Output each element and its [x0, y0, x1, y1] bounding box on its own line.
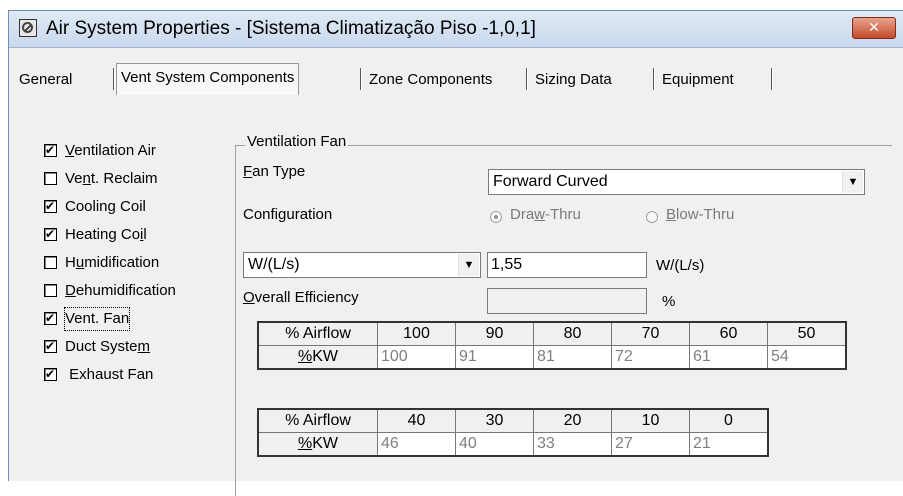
title-bar[interactable]: Air System Properties - [Sistema Climati… — [9, 11, 903, 48]
airflow-cell: 60 — [689, 321, 768, 346]
checkbox-label: Dehumidification — [65, 282, 176, 299]
draw-thru-radio[interactable] — [490, 211, 502, 223]
tab-separator — [360, 68, 362, 90]
fan-type-value: Forward Curved — [493, 173, 608, 190]
airflow-cell: 40 — [377, 408, 456, 433]
kw-row: %KW 46 40 33 27 21 — [257, 432, 769, 457]
airflow-cell: 30 — [455, 408, 534, 433]
checkbox-box[interactable] — [44, 256, 57, 269]
checkbox-box[interactable] — [44, 140, 57, 160]
chevron-down-icon[interactable]: ▼ — [458, 254, 479, 276]
fan-power-unit-value: W/(L/s) — [248, 256, 300, 273]
efficiency-percent-label: % — [662, 293, 676, 310]
checkbox-box[interactable] — [44, 308, 57, 328]
fan-type-label: Fan Type — [243, 163, 306, 180]
tab-general[interactable]: General — [15, 66, 76, 94]
checkbox-box[interactable] — [44, 364, 57, 384]
air-system-properties-window: Air System Properties - [Sistema Climati… — [8, 10, 903, 496]
tab-sizing-data[interactable]: Sizing Data — [531, 66, 616, 94]
window-title: Air System Properties - [Sistema Climati… — [46, 18, 536, 39]
checkbox-label: Heating Coil — [65, 226, 147, 243]
configuration-label: Configuration — [243, 206, 333, 223]
kw-cell[interactable]: 54 — [767, 345, 847, 370]
fan-type-dropdown[interactable]: Forward Curved ▼ — [488, 169, 865, 195]
close-button[interactable]: ✕ — [852, 17, 896, 39]
tab-strip: General Vent System Components Zone Comp… — [9, 63, 903, 95]
checkbox-label: Cooling Coil — [65, 198, 146, 215]
ventilation-fan-group-title: Ventilation Fan — [245, 133, 349, 150]
chevron-down-icon[interactable]: ▼ — [842, 171, 863, 193]
checkbox-label: Vent. Fan — [63, 307, 131, 331]
airflow-cell: 80 — [533, 321, 612, 346]
kw-cell[interactable]: 81 — [533, 345, 612, 370]
airflow-cell: 70 — [611, 321, 690, 346]
blow-thru-label: Blow-Thru — [666, 206, 735, 223]
checkbox-label: Ventilation Air — [65, 142, 156, 159]
airflow-header: % Airflow — [257, 321, 378, 346]
checkbox-box[interactable] — [44, 284, 57, 297]
airflow-row: % Airflow 40 30 20 10 0 — [257, 408, 769, 433]
blow-thru-radio[interactable] — [646, 211, 658, 223]
kw-cell[interactable]: 46 — [377, 432, 456, 457]
airflow-cell: 50 — [767, 321, 847, 346]
airflow-power-table-2: % Airflow 40 30 20 10 0 %KW 46 40 33 27 … — [257, 408, 769, 457]
checkbox-label: Duct System — [65, 338, 151, 355]
airflow-cell: 90 — [455, 321, 534, 346]
airflow-cell: 0 — [689, 408, 769, 433]
tab-vent-system-components[interactable]: Vent System Components — [116, 63, 300, 95]
kw-header: %KW — [257, 345, 378, 370]
tab-separator — [653, 68, 655, 90]
airflow-cell: 10 — [611, 408, 690, 433]
kw-cell[interactable]: 91 — [455, 345, 534, 370]
airflow-cell: 20 — [533, 408, 612, 433]
checkbox-box[interactable] — [44, 224, 57, 244]
kw-cell[interactable]: 21 — [689, 432, 769, 457]
kw-cell[interactable]: 27 — [611, 432, 690, 457]
overall-efficiency-label: Overall Efficiency — [243, 289, 359, 306]
draw-thru-label: Draw-Thru — [510, 206, 581, 223]
fan-power-unit-label: W/(L/s) — [656, 257, 705, 274]
tab-separator — [113, 68, 115, 90]
tab-equipment[interactable]: Equipment — [658, 66, 738, 94]
airflow-cell: 100 — [377, 321, 456, 346]
fan-power-value-input[interactable]: 1,55 — [487, 252, 647, 278]
fan-power-unit-dropdown[interactable]: W/(L/s) ▼ — [243, 252, 481, 278]
kw-cell[interactable]: 100 — [377, 345, 456, 370]
tab-separator — [771, 68, 773, 90]
kw-cell[interactable]: 40 — [455, 432, 534, 457]
tab-zone-components[interactable]: Zone Components — [365, 66, 496, 94]
checkbox-box[interactable] — [44, 196, 57, 216]
checkbox-label: Exhaust Fan — [65, 366, 154, 383]
tab-separator — [526, 68, 528, 90]
airflow-row: % Airflow 100 90 80 70 60 50 — [257, 321, 847, 346]
checkbox-label: Vent. Reclaim — [65, 170, 158, 187]
kw-header: %KW — [257, 432, 378, 457]
checkbox-box[interactable] — [44, 172, 57, 185]
kw-cell[interactable]: 61 — [689, 345, 768, 370]
checkbox-box[interactable] — [44, 336, 57, 356]
airflow-header: % Airflow — [257, 408, 378, 433]
airflow-power-table-1: % Airflow 100 90 80 70 60 50 %KW 100 91 … — [257, 321, 847, 370]
kw-row: %KW 100 91 81 72 61 54 — [257, 345, 847, 370]
app-icon — [19, 19, 37, 37]
kw-cell[interactable]: 33 — [533, 432, 612, 457]
overall-efficiency-input[interactable] — [487, 288, 647, 314]
kw-cell[interactable]: 72 — [611, 345, 690, 370]
checkbox-label: Humidification — [65, 254, 160, 271]
